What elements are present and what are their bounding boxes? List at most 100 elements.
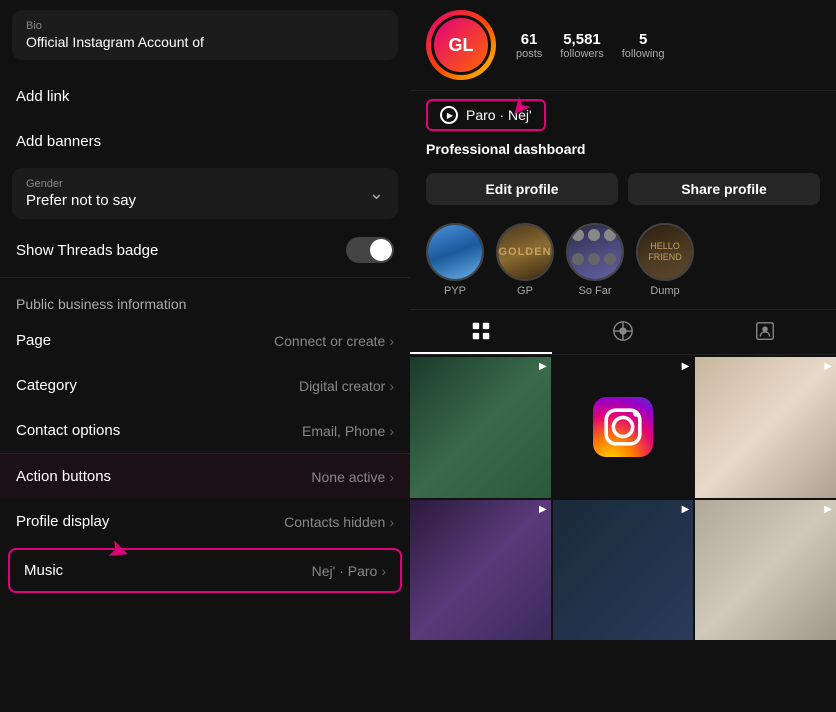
category-label: Category	[16, 377, 77, 394]
contact-label: Contact options	[16, 422, 120, 439]
avatar-inner: GL	[431, 15, 491, 75]
profile-display-value: Contacts hidden ›	[284, 514, 394, 530]
grid-cell-3[interactable]: ▶	[695, 357, 836, 498]
tabs-row	[410, 309, 836, 355]
bio-section: Bio Official Instagram Account of	[12, 10, 398, 60]
highlight-pyp[interactable]: PYP	[426, 223, 484, 297]
toggle-knob	[370, 239, 392, 261]
add-link-item[interactable]: Add link	[0, 74, 410, 119]
highlight-image-sofar	[568, 225, 622, 279]
highlight-dump[interactable]: HELLOFRIEND Dump	[636, 223, 694, 297]
tab-reels[interactable]	[552, 310, 694, 354]
stat-following: 5 following	[622, 31, 665, 60]
highlight-image-dump: HELLOFRIEND	[638, 225, 692, 279]
profile-stats: 61 posts 5,581 followers 5 following	[516, 31, 665, 60]
highlights-row: PYP GOLDEN GP So Far	[410, 215, 836, 305]
threads-row: Show Threads badge	[0, 223, 410, 277]
professional-dashboard[interactable]: Professional dashboard	[410, 131, 836, 167]
action-buttons-row[interactable]: Action buttons None active ›	[0, 454, 410, 499]
action-buttons-label: Action buttons	[16, 468, 111, 485]
stat-posts: 61 posts	[516, 31, 542, 60]
reel-badge-1: ▶	[539, 361, 547, 372]
category-chevron-icon: ›	[389, 378, 394, 394]
reel-badge-6: ▶	[824, 504, 832, 515]
instagram-logo-icon	[593, 397, 653, 457]
gender-label: Gender	[26, 178, 136, 190]
stat-followers-label: followers	[560, 48, 603, 60]
contact-chevron-icon: ›	[389, 423, 394, 439]
profile-display-row[interactable]: Profile display Contacts hidden › ➤	[0, 499, 410, 544]
add-banners-label: Add banners	[16, 133, 101, 150]
highlight-image-pyp	[428, 225, 482, 279]
profile-top: GL 61 posts 5,581 followers 5 following	[410, 0, 836, 91]
music-value: Nej' · Paro ›	[312, 563, 386, 579]
tab-grid[interactable]	[410, 310, 552, 354]
highlight-circle-gp: GOLDEN	[496, 223, 554, 281]
tab-tagged[interactable]	[694, 310, 836, 354]
photo-grid: ▶ ▶	[410, 357, 836, 640]
chevron-down-icon: ⌄	[369, 183, 384, 204]
bio-label: Bio	[26, 20, 384, 32]
gender-section[interactable]: Gender Prefer not to say ⌄	[12, 168, 398, 219]
stat-posts-number: 61	[516, 31, 542, 48]
avatar-initials: GL	[449, 35, 474, 56]
reel-badge-3: ▶	[824, 361, 832, 372]
highlight-label-dump: Dump	[650, 285, 679, 297]
page-chevron-icon: ›	[389, 333, 394, 349]
tagged-icon	[754, 320, 776, 342]
action-buttons-value: None active ›	[311, 469, 394, 485]
grid-icon	[470, 320, 492, 342]
reels-icon	[612, 320, 634, 342]
stat-followers-number: 5,581	[560, 31, 603, 48]
reel-badge-2: ▶	[682, 361, 690, 372]
grid-cell-6[interactable]: ▶	[695, 500, 836, 641]
music-label: Music	[24, 562, 63, 579]
category-value: Digital creator ›	[299, 378, 394, 394]
highlight-label-sofar: So Far	[578, 285, 611, 297]
highlight-label-pyp: PYP	[444, 285, 466, 297]
music-row[interactable]: Music Nej' · Paro ›	[8, 548, 402, 593]
grid-cell-4[interactable]: ▶	[410, 500, 551, 641]
gender-value: Prefer not to say	[26, 192, 136, 209]
highlight-image-gp: GOLDEN	[498, 225, 552, 279]
name-highlight-row: Paro · Nej'	[426, 99, 820, 131]
music-chevron-icon: ›	[381, 563, 386, 579]
stat-followers: 5,581 followers	[560, 31, 603, 60]
action-buttons-row-right: Edit profile Share profile	[410, 167, 836, 215]
left-panel: Bio Official Instagram Account of Add li…	[0, 0, 410, 712]
profile-display-label: Profile display	[16, 513, 109, 530]
threads-toggle[interactable]	[346, 237, 394, 263]
grid-cell-2[interactable]: ▶	[553, 357, 694, 498]
play-icon	[440, 106, 458, 124]
gender-inner: Gender Prefer not to say	[26, 178, 136, 209]
highlight-gp[interactable]: GOLDEN GP	[496, 223, 554, 297]
add-link-label: Add link	[16, 88, 69, 105]
reel-badge-5: ▶	[682, 504, 690, 515]
contact-value: Email, Phone ›	[302, 423, 394, 439]
stat-posts-label: posts	[516, 48, 542, 60]
highlight-sofar[interactable]: So Far	[566, 223, 624, 297]
public-business-header: Public business information	[0, 278, 410, 318]
profile-display-chevron-icon: ›	[389, 514, 394, 530]
page-row[interactable]: Page Connect or create ›	[0, 318, 410, 363]
threads-label: Show Threads badge	[16, 242, 158, 259]
highlight-circle-sofar	[566, 223, 624, 281]
bio-text: Official Instagram Account of	[26, 34, 384, 50]
highlight-label-gp: GP	[517, 285, 533, 297]
category-row[interactable]: Category Digital creator ›	[0, 363, 410, 408]
add-banners-item[interactable]: Add banners	[0, 119, 410, 164]
page-value: Connect or create ›	[274, 333, 394, 349]
grid-cell-1[interactable]: ▶	[410, 357, 551, 498]
edit-profile-button[interactable]: Edit profile	[426, 173, 618, 205]
contact-row[interactable]: Contact options Email, Phone ›	[0, 408, 410, 453]
highlight-circle-pyp	[426, 223, 484, 281]
action-chevron-icon: ›	[389, 469, 394, 485]
reel-badge-4: ▶	[539, 504, 547, 515]
right-panel: GL 61 posts 5,581 followers 5 following …	[410, 0, 836, 712]
share-profile-button[interactable]: Share profile	[628, 173, 820, 205]
profile-avatar: GL	[426, 10, 496, 80]
highlight-circle-dump: HELLOFRIEND	[636, 223, 694, 281]
stat-following-number: 5	[622, 31, 665, 48]
grid-cell-5[interactable]: ▶	[553, 500, 694, 641]
page-label: Page	[16, 332, 51, 349]
